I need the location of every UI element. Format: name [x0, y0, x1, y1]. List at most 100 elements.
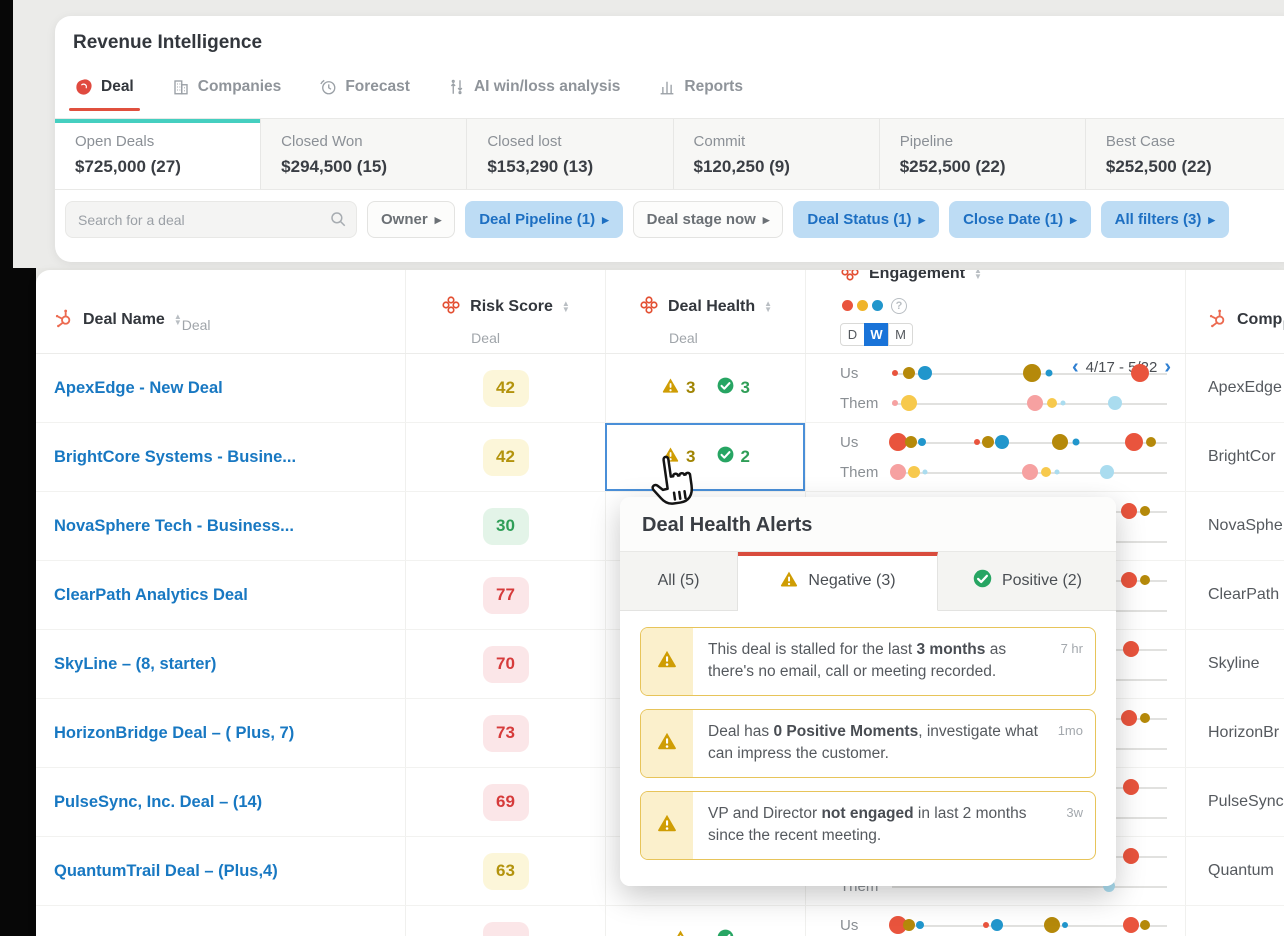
engagement-cell[interactable]: Us Them	[805, 423, 1185, 491]
sort-icon[interactable]	[764, 301, 772, 313]
column-header-deal-health[interactable]: Deal Health Deal	[605, 270, 805, 353]
column-header-company[interactable]: Comp Deal	[1185, 270, 1284, 353]
tab-ai-winloss[interactable]: AI win/loss analysis	[448, 78, 620, 96]
summary-cards: Open Deals $725,000 (27) Closed Won $294…	[55, 118, 1284, 190]
positive-count: 3	[740, 378, 750, 397]
engagement-dot	[1140, 920, 1150, 930]
alert-message: This deal is stalled for the last 3 mont…	[708, 641, 1007, 681]
engagement-dot	[1123, 848, 1140, 864]
deal-name-cell: BrightCore Systems - Busine...	[36, 423, 405, 491]
deal-name-link[interactable]: HorizonBridge Deal – ( Plus, 7)	[54, 724, 294, 743]
card-closed-lost[interactable]: Closed lost $153,290 (13)	[467, 119, 674, 189]
column-header-engagement[interactable]: Engagement D W M 4/17 - 5/	[805, 270, 1185, 376]
engagement-cell[interactable]: Us Them	[805, 354, 1185, 422]
popup-tab-positive[interactable]: Positive (2)	[938, 552, 1116, 610]
company-name: HorizonBr	[1208, 724, 1280, 741]
tab-forecast[interactable]: Forecast	[319, 78, 410, 96]
deal-name-link[interactable]: ApexEdge - New Deal	[54, 379, 223, 398]
toggle-week[interactable]: W	[864, 322, 889, 346]
engagement-dot	[902, 367, 915, 379]
card-best-case[interactable]: Best Case $252,500 (22)	[1085, 119, 1284, 189]
deal-name-link[interactable]: QuantumTrail Deal – (Plus,4)	[54, 862, 278, 881]
deal-name-cell: ApexEdge - New Deal	[36, 354, 405, 422]
filter-chip-all-filters[interactable]: All filters (3)	[1100, 201, 1229, 238]
engagement-dot	[1130, 364, 1149, 382]
deal-health-cell[interactable]: 3 3	[605, 354, 805, 422]
column-header-risk-score[interactable]: Risk Score Deal	[405, 270, 605, 353]
deal-name-link[interactable]: PulseSync, Inc. Deal – (14)	[54, 793, 262, 812]
risk-score-cell: 42	[405, 423, 605, 491]
engagement-dot	[1145, 437, 1156, 447]
them-engagement-track	[891, 393, 1167, 414]
deal-name-link[interactable]: SkyLine – (8, starter)	[54, 655, 216, 674]
us-label: Us	[840, 364, 859, 382]
alert-card[interactable]: VP and Director not engaged in last 2 mo…	[640, 790, 1096, 860]
filter-chip-deal-status[interactable]: Deal Status (1)	[793, 201, 940, 238]
engagement-dot	[1021, 464, 1038, 480]
card-pipeline[interactable]: Pipeline $252,500 (22)	[879, 119, 1086, 189]
deal-name-cell: HorizonBridge Deal – ( Plus, 7)	[36, 699, 405, 767]
sort-icon[interactable]	[174, 314, 182, 326]
engagement-dot	[1043, 917, 1060, 933]
warning-triangle-icon	[656, 812, 678, 839]
chevron-right-icon	[435, 211, 442, 228]
risk-score-cell: 77	[405, 561, 605, 629]
deal-name-cell: QuantumTrail Deal – (Plus,4)	[36, 837, 405, 905]
toggle-day[interactable]: D	[840, 322, 865, 346]
engagement-dot	[1027, 395, 1043, 411]
warning-triangle-icon	[661, 376, 680, 400]
deal-name-cell: NovaSphere Tech - Business...	[36, 492, 405, 560]
engagement-dot	[1120, 572, 1137, 588]
filter-chip-deal-pipeline[interactable]: Deal Pipeline (1)	[465, 201, 623, 238]
clock-icon	[319, 78, 337, 96]
tab-reports[interactable]: Reports	[658, 78, 743, 96]
card-commit[interactable]: Commit $120,250 (9)	[673, 119, 880, 189]
engagement-dot	[982, 436, 995, 448]
building-icon	[172, 78, 190, 96]
alert-stripe	[641, 709, 693, 777]
deal-name-link[interactable]: ClearPath Analytics Deal	[54, 586, 248, 605]
sort-icon[interactable]	[974, 270, 982, 280]
legend-dot-yellow	[857, 300, 868, 311]
alert-stripe	[641, 791, 693, 859]
deal-name-cell: SkyLine – (8, starter)	[36, 630, 405, 698]
card-open-deals[interactable]: Open Deals $725,000 (27)	[55, 119, 262, 189]
risk-score-badge: 63	[482, 852, 529, 890]
engagement-dot	[1107, 396, 1122, 410]
clover-icon	[840, 270, 860, 287]
popup-tab-negative[interactable]: Negative (3)	[738, 552, 938, 611]
legend-dot-red	[842, 300, 853, 311]
column-header-deal-name[interactable]: Deal Name Deal	[36, 270, 405, 353]
popup-tab-all[interactable]: All (5)	[620, 552, 738, 610]
tab-companies[interactable]: Companies	[172, 78, 281, 96]
alert-card[interactable]: Deal has 0 Positive Moments, investigate…	[640, 708, 1096, 778]
deal-health-cell[interactable]: 3 2	[605, 423, 805, 491]
engagement-dot	[1140, 575, 1150, 585]
company-cell: HorizonBr	[1185, 699, 1284, 767]
filter-chip-close-date[interactable]: Close Date (1)	[949, 201, 1091, 238]
sort-icon[interactable]	[562, 301, 570, 313]
card-closed-won[interactable]: Closed Won $294,500 (15)	[261, 119, 468, 189]
engagement-dot	[922, 469, 928, 475]
deal-name-link[interactable]: BrightCore Systems - Busine...	[54, 448, 296, 467]
deal-name-link[interactable]: NovaSphere Tech - Business...	[54, 517, 294, 536]
engagement-legend	[842, 297, 1171, 314]
filter-chip-deal-stage[interactable]: Deal stage now	[632, 201, 784, 238]
engagement-dot	[982, 922, 989, 928]
risk-score-cell: 73	[405, 699, 605, 767]
tab-deal[interactable]: Deal	[69, 78, 140, 111]
deal-health-cell[interactable]	[605, 906, 805, 936]
risk-score-cell: 63	[405, 837, 605, 905]
alert-card[interactable]: This deal is stalled for the last 3 mont…	[640, 627, 1096, 696]
company-name: BrightCor	[1208, 448, 1276, 465]
company-cell: PulseSync	[1185, 768, 1284, 836]
toggle-month[interactable]: M	[888, 322, 913, 346]
search-input[interactable]	[65, 201, 357, 238]
engagement-cell[interactable]: Us Them	[805, 906, 1185, 936]
filter-bar: Owner Deal Pipeline (1) Deal stage now D…	[55, 190, 1284, 238]
help-icon[interactable]	[891, 297, 907, 314]
engagement-dot	[990, 919, 1003, 931]
engagement-dot	[1062, 922, 1069, 928]
risk-score-badge: 42	[482, 369, 529, 407]
filter-chip-owner[interactable]: Owner	[367, 201, 456, 238]
